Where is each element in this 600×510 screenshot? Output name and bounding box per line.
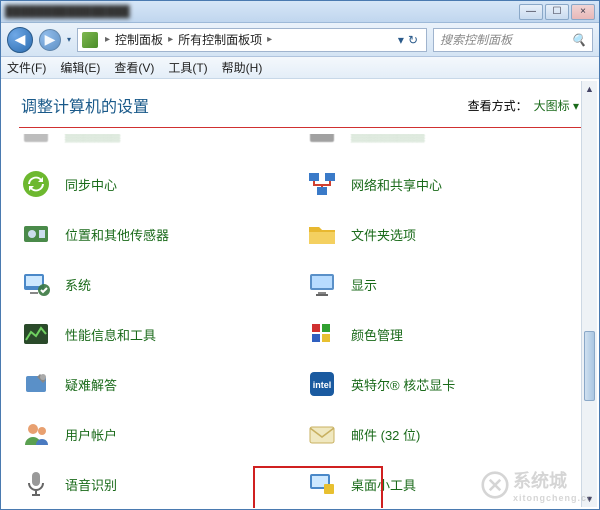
cp-item-color-management[interactable]: 颜色管理 — [305, 316, 581, 352]
cp-item-label: 显示 — [351, 275, 377, 294]
cp-item-label: 位置和其他传感器 — [65, 225, 169, 244]
titlebar: ████████████████ — ☐ × — [1, 1, 599, 23]
refresh-icon[interactable]: ↻ — [408, 33, 418, 47]
menu-help[interactable]: 帮助(H) — [222, 59, 263, 76]
intel-icon: intel — [305, 367, 339, 401]
folder-icon — [305, 217, 339, 251]
window-frame: ████████████████ — ☐ × ◀ ▶ ▾ ▸ 控制面板 ▸ 所有… — [0, 0, 600, 510]
breadcrumb[interactable]: ▸ 控制面板 ▸ 所有控制面板项 ▸ ▾ ↻ — [77, 28, 427, 52]
breadcrumb-sep: ▸ — [102, 34, 113, 45]
performance-icon — [19, 317, 53, 351]
items-area: ▒▒▒▒▒▒ ▒▒▒▒▒▒▒▒ 同步中心 网络和共享中心 — [1, 134, 599, 508]
cp-item-label: 语音识别 — [65, 475, 117, 494]
cp-item-folder-options[interactable]: 文件夹选项 — [305, 216, 581, 252]
vertical-scrollbar[interactable]: ▲ ▼ — [581, 81, 597, 507]
search-icon[interactable]: 🔍 — [571, 33, 586, 47]
control-panel-icon — [82, 32, 98, 48]
cp-item-label: 文件夹选项 — [351, 225, 416, 244]
cp-item-troubleshooting[interactable]: 疑难解答 — [19, 366, 295, 402]
cp-item-label: 桌面小工具 — [351, 475, 416, 494]
breadcrumb-root[interactable]: 控制面板 — [115, 31, 163, 48]
breadcrumb-current[interactable]: 所有控制面板项 — [178, 31, 262, 48]
content-header: 调整计算机的设置 查看方式： 大图标 ▾ — [1, 79, 599, 127]
mail-icon — [305, 417, 339, 451]
titlebar-text: ████████████████ — [5, 6, 130, 18]
search-placeholder: 搜索控制面板 — [440, 31, 512, 48]
cp-item-label: 网络和共享中心 — [351, 175, 442, 194]
nav-back-button[interactable]: ◀ — [7, 27, 33, 53]
cp-item-label: 同步中心 — [65, 175, 117, 194]
svg-text:intel: intel — [313, 380, 332, 390]
minimize-button[interactable]: — — [519, 4, 543, 20]
sensor-icon — [19, 217, 53, 251]
search-input[interactable]: 搜索控制面板 🔍 — [433, 28, 593, 52]
cp-item-sync-center[interactable]: 同步中心 — [19, 166, 295, 202]
breadcrumb-dropdown-icon[interactable]: ▾ — [398, 33, 404, 47]
cp-item-speech-recognition[interactable]: 语音识别 — [19, 466, 295, 502]
user-icon — [19, 417, 53, 451]
watermark-text: 系统城 — [513, 471, 567, 491]
troubleshoot-icon — [19, 367, 53, 401]
cp-item-label: 英特尔® 核芯显卡 — [351, 375, 455, 394]
view-mode-value: 大图标 — [534, 99, 570, 113]
menu-tools[interactable]: 工具(T) — [168, 59, 207, 76]
sync-icon — [19, 167, 53, 201]
close-button[interactable]: × — [571, 4, 595, 20]
page-title: 调整计算机的设置 — [21, 93, 149, 117]
nav-history-dropdown[interactable]: ▾ — [67, 35, 71, 44]
watermark-sub: xitongcheng.cc — [513, 493, 593, 503]
generic-icon — [19, 134, 53, 151]
window-controls: — ☐ × — [519, 4, 595, 20]
cp-item-label: 邮件 (32 位) — [351, 425, 420, 444]
maximize-button[interactable]: ☐ — [545, 4, 569, 20]
cp-item-system[interactable]: 系统 — [19, 266, 295, 302]
cp-item-user-accounts[interactable]: 用户帐户 — [19, 416, 295, 452]
menubar: 文件(F) 编辑(E) 查看(V) 工具(T) 帮助(H) — [1, 57, 599, 79]
cp-item-intel-graphics[interactable]: intel 英特尔® 核芯显卡 — [305, 366, 581, 402]
menu-file[interactable]: 文件(F) — [7, 59, 46, 76]
watermark: 系统城 xitongcheng.cc — [481, 467, 593, 503]
system-icon — [19, 267, 53, 301]
breadcrumb-sep: ▸ — [264, 34, 275, 45]
menu-view[interactable]: 查看(V) — [114, 59, 154, 76]
cp-item-location-sensors[interactable]: 位置和其他传感器 — [19, 216, 295, 252]
chevron-down-icon: ▾ — [573, 99, 579, 113]
navbar: ◀ ▶ ▾ ▸ 控制面板 ▸ 所有控制面板项 ▸ ▾ ↻ 搜索控制面板 🔍 — [1, 23, 599, 57]
generic-icon — [305, 134, 339, 151]
cp-item-cutoff-left[interactable]: ▒▒▒▒▒▒ — [19, 134, 295, 152]
cp-item-cutoff-right[interactable]: ▒▒▒▒▒▒▒▒ — [305, 134, 581, 152]
scroll-up-arrow[interactable]: ▲ — [582, 81, 597, 97]
cp-item-label: 疑难解答 — [65, 375, 117, 394]
cp-item-performance[interactable]: 性能信息和工具 — [19, 316, 295, 352]
cp-item-network-sharing[interactable]: 网络和共享中心 — [305, 166, 581, 202]
breadcrumb-sep: ▸ — [165, 34, 176, 45]
cp-item-label: 用户帐户 — [65, 425, 117, 444]
cp-item-label: ▒▒▒▒▒▒▒▒ — [351, 134, 425, 142]
scroll-thumb[interactable] — [584, 331, 595, 401]
network-icon — [305, 167, 339, 201]
cp-item-label: 系统 — [65, 275, 91, 294]
display-icon — [305, 267, 339, 301]
menu-edit[interactable]: 编辑(E) — [60, 59, 100, 76]
divider — [19, 127, 581, 128]
nav-forward-button[interactable]: ▶ — [39, 29, 61, 51]
cp-item-label: ▒▒▒▒▒▒ — [65, 134, 120, 142]
gadgets-icon — [305, 467, 339, 501]
items-grid: ▒▒▒▒▒▒ ▒▒▒▒▒▒▒▒ 同步中心 网络和共享中心 — [19, 134, 581, 508]
cp-item-label: 性能信息和工具 — [65, 325, 156, 344]
view-mode-link[interactable]: 大图标 ▾ — [534, 97, 579, 114]
microphone-icon — [19, 467, 53, 501]
cp-item-label: 颜色管理 — [351, 325, 403, 344]
cp-item-display[interactable]: 显示 — [305, 266, 581, 302]
cp-item-mail[interactable]: 邮件 (32 位) — [305, 416, 581, 452]
view-mode: 查看方式： 大图标 ▾ — [468, 97, 579, 114]
color-icon — [305, 317, 339, 351]
view-mode-label: 查看方式： — [468, 97, 528, 114]
